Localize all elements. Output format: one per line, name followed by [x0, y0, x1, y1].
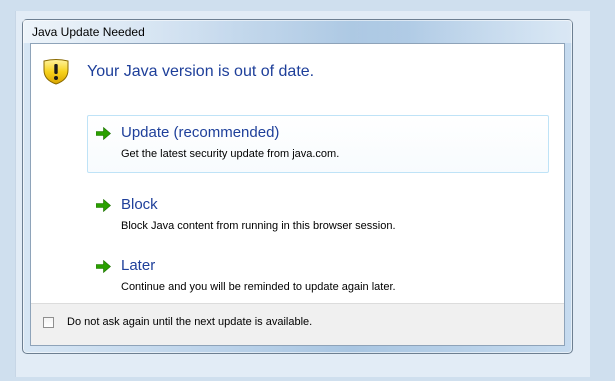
- later-option-description: Continue and you will be reminded to upd…: [121, 281, 396, 293]
- dialog-title: Java Update Needed: [32, 25, 145, 39]
- later-option[interactable]: Later Continue and you will be reminded …: [87, 248, 549, 306]
- title-bar: Java Update Needed: [23, 20, 572, 43]
- update-option[interactable]: Update (recommended) Get the latest secu…: [87, 115, 549, 173]
- java-update-dialog: Java Update Needed Your Java version is …: [22, 19, 573, 354]
- block-option-description: Block Java content from running in this …: [121, 220, 396, 232]
- block-option[interactable]: Block Block Java content from running in…: [87, 187, 549, 245]
- update-option-title: Update (recommended): [121, 124, 280, 141]
- green-arrow-icon: [95, 126, 111, 141]
- later-option-title: Later: [121, 257, 156, 274]
- block-option-title: Block: [121, 196, 158, 213]
- green-arrow-icon: [95, 259, 111, 274]
- warning-shield-icon: [41, 58, 71, 85]
- green-arrow-icon: [95, 198, 111, 213]
- dialog-footer: Do not ask again until the next update i…: [31, 303, 564, 345]
- do-not-ask-checkbox[interactable]: [43, 317, 54, 328]
- headline: Your Java version is out of date.: [87, 63, 315, 80]
- update-option-description: Get the latest security update from java…: [121, 148, 340, 160]
- dialog-content: Your Java version is out of date. Update…: [30, 43, 565, 346]
- header-row: Your Java version is out of date.: [31, 44, 564, 94]
- do-not-ask-label[interactable]: Do not ask again until the next update i…: [67, 316, 312, 328]
